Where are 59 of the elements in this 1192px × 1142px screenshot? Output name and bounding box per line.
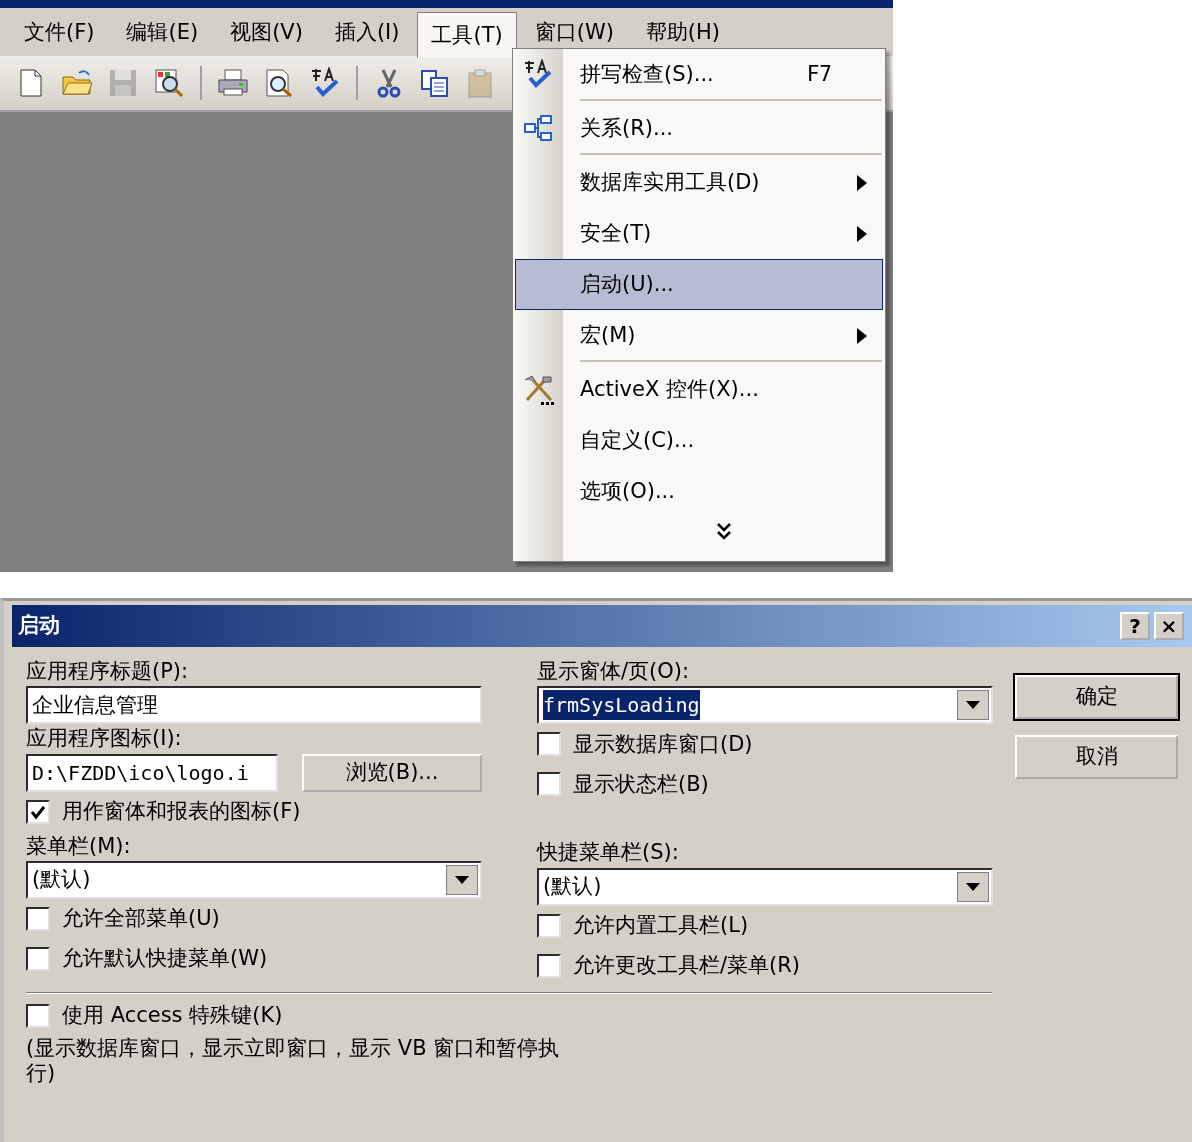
menu-item[interactable]: 安全(T): [515, 208, 883, 259]
menu-item[interactable]: 视图(V): [216, 12, 317, 54]
checkbox-label: 用作窗体和报表的图标(F): [62, 798, 301, 826]
menu-item[interactable]: 宏(M): [515, 310, 883, 361]
menu-item[interactable]: 插入(I): [320, 12, 414, 54]
dropdown-field[interactable]: frmSysLoading: [537, 686, 993, 725]
ok-button[interactable]: 确定: [1015, 675, 1178, 719]
hammer-wrench-icon: [523, 373, 555, 406]
submenu-arrow-icon: [856, 224, 868, 243]
check-mark-icon: [30, 803, 46, 820]
checkbox[interactable]: [26, 1003, 50, 1028]
field-label: 应用程序标题(P):: [26, 658, 190, 685]
checkbox-label: 允许默认快捷菜单(W): [62, 945, 268, 973]
checkbox[interactable]: [537, 953, 561, 978]
expand-chevron-icon: [716, 521, 732, 541]
menu-item[interactable]: 启动(U)...: [515, 259, 883, 310]
checkbox[interactable]: [26, 907, 50, 932]
checkbox-label: 显示数据库窗口(D): [573, 730, 753, 758]
menu-item[interactable]: 自定义(C)...: [515, 415, 883, 466]
field-label: 菜单栏(M):: [26, 832, 132, 860]
checkbox[interactable]: [537, 732, 561, 757]
close-button[interactable]: ×: [1154, 612, 1184, 640]
checkbox[interactable]: [537, 772, 561, 797]
checkbox-label: 使用 Access 特殊键(K): [62, 1002, 283, 1030]
checkbox-label: 允许更改工具栏/菜单(R): [573, 952, 801, 980]
menu-item[interactable]: 拼写检查(S)... F7: [515, 49, 883, 100]
field-label: 应用程序图标(I):: [26, 725, 183, 753]
checkbox[interactable]: [26, 947, 50, 972]
checkbox[interactable]: [537, 913, 561, 938]
menu-item[interactable]: 工具(T): [417, 12, 517, 58]
dropdown-field[interactable]: (默认): [537, 867, 993, 906]
printer-icon[interactable]: [217, 67, 249, 99]
checkbox[interactable]: [26, 799, 50, 824]
cancel-button[interactable]: 取消: [1015, 735, 1178, 779]
text-field[interactable]: 企业信息管理: [26, 686, 482, 725]
field-label: 显示窗体/页(O):: [537, 658, 691, 685]
menu-item[interactable]: 文件(F): [10, 12, 109, 54]
help-button[interactable]: ?: [1120, 612, 1150, 640]
menu-item[interactable]: 关系(R)...: [515, 103, 883, 154]
browse-button[interactable]: 浏览(B)...: [302, 753, 482, 792]
menu-item[interactable]: 编辑(E): [112, 12, 213, 54]
checkbox-label: 显示状态栏(B): [573, 770, 709, 798]
text-field[interactable]: D:\FZDD\ico\logo.i: [26, 753, 278, 792]
checkbox-label: 允许内置工具栏(L): [573, 912, 749, 940]
spelling-check-icon[interactable]: [309, 67, 341, 99]
dropdown-field[interactable]: (默认): [26, 861, 482, 900]
special-keys-note: (显示数据库窗口，显示立即窗口，显示 VB 窗口和暂停执行): [26, 1035, 561, 1087]
window-title: 启动: [18, 612, 60, 640]
checkbox-label: 允许全部菜单(U): [62, 905, 220, 933]
submenu-arrow-icon: [856, 173, 868, 192]
menu-item[interactable]: 选项(O)...: [515, 466, 883, 517]
print-preview-icon[interactable]: [263, 67, 295, 99]
submenu-arrow-icon: [856, 326, 868, 345]
field-label: 快捷菜单栏(S):: [537, 839, 680, 867]
menu-item[interactable]: 数据库实用工具(D): [515, 157, 883, 208]
copy-icon[interactable]: [419, 67, 451, 99]
shortcut-key-label: F7: [806, 60, 832, 88]
menu-item[interactable]: ActiveX 控件(X)...: [515, 364, 883, 415]
magnifier-document-icon[interactable]: [153, 67, 185, 99]
